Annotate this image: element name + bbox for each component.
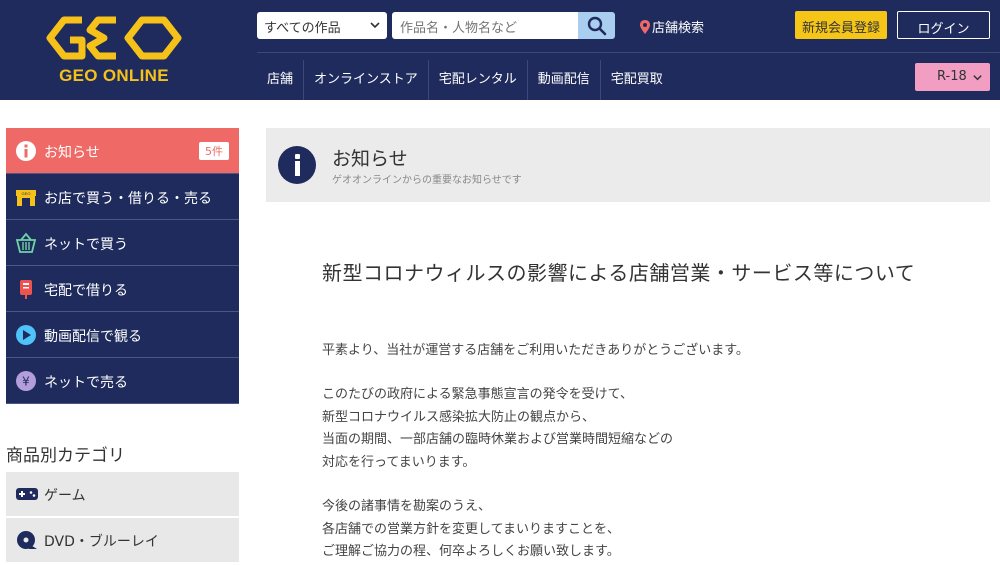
svg-text:GEO: GEO bbox=[22, 191, 31, 196]
news-count-badge: 5件 bbox=[199, 142, 229, 160]
info-icon bbox=[278, 146, 316, 184]
article-title: 新型コロナウィルスの影響による店舗営業・サービス等について bbox=[322, 261, 916, 285]
article-line: 新型コロナウイルス感染拡大防止の観点から、 bbox=[322, 409, 596, 425]
sidebar-item-delivery-rental[interactable]: 宅配で借りる bbox=[6, 266, 239, 312]
sidebar-item-store-services[interactable]: GEO お店で買う・借りる・売る bbox=[6, 174, 239, 220]
news-section-header: お知らせ ゲオオンラインからの重要なお知らせです bbox=[266, 128, 990, 202]
sidebar-item-label: ネットで売る bbox=[44, 375, 128, 391]
play-icon bbox=[16, 325, 36, 345]
search-input[interactable] bbox=[392, 12, 578, 39]
nav-online-store[interactable]: オンラインストア bbox=[304, 60, 429, 100]
page-title: お知らせ bbox=[332, 148, 408, 170]
category-item-game[interactable]: ゲーム bbox=[6, 472, 239, 516]
nav-delivery-buyback[interactable]: 宅配買取 bbox=[601, 60, 673, 100]
sidebar-menu: お知らせ 5件 GEO お店で買う・借りる・売る ネットで買う 宅配で借りる 動… bbox=[6, 128, 239, 404]
info-icon bbox=[16, 141, 36, 161]
r18-label: R-18 bbox=[937, 69, 967, 84]
disc-icon bbox=[17, 531, 37, 549]
yen-icon: ¥ bbox=[16, 371, 36, 391]
sidebar-item-news[interactable]: お知らせ 5件 bbox=[6, 128, 239, 174]
article-paragraph: 今後の諸事情を勘案のうえ、 各店舗での営業方針を変更してまいりますことを、 ご理… bbox=[322, 496, 620, 564]
article-line: 当面の期間、一部店舗の臨時休業および営業時間短縮などの bbox=[322, 432, 674, 447]
register-button[interactable]: 新規会員登録 bbox=[795, 11, 887, 39]
article-line: 各店舗での営業方針を変更してまいりますことを、 bbox=[322, 521, 620, 537]
category-item-label: DVD・ブルーレイ bbox=[44, 534, 159, 550]
svg-text:¥: ¥ bbox=[22, 375, 30, 389]
sidebar-item-online-sell[interactable]: ¥ ネットで売る bbox=[6, 358, 239, 404]
basket-icon bbox=[15, 232, 37, 253]
article-paragraph: 平素より、当社が運営する店舗をご利用いただきありがとうございます。 bbox=[322, 340, 749, 363]
site-header: GEO ONLINE すべての作品 店舗検索 新規会員登録 ログイン 店舗 オン… bbox=[0, 0, 1000, 100]
logo-text: GEO ONLINE bbox=[59, 66, 169, 85]
category-select-value: すべての作品 bbox=[264, 21, 341, 36]
store-search-link[interactable]: 店舗検索 bbox=[640, 17, 704, 36]
article-line: 今後の諸事情を勘案のうえ、 bbox=[322, 499, 492, 514]
global-nav: 店舗 オンラインストア 宅配レンタル 動画配信 宅配買取 bbox=[257, 60, 673, 100]
store-icon: GEO bbox=[16, 190, 36, 206]
article-paragraph: このたびの政府による緊急事態宣言の発令を受けて、 新型コロナウイルス感染拡大防止… bbox=[322, 384, 673, 474]
chevron-down-icon bbox=[973, 75, 982, 81]
login-button[interactable]: ログイン bbox=[897, 11, 990, 39]
category-item-dvd[interactable]: DVD・ブルーレイ bbox=[6, 518, 239, 562]
article-line: 対応を行ってまいります。 bbox=[322, 454, 476, 470]
r18-dropdown[interactable]: R-18 bbox=[915, 63, 990, 91]
nav-video-streaming[interactable]: 動画配信 bbox=[528, 60, 601, 100]
sidebar-item-video[interactable]: 動画配信で観る bbox=[6, 312, 239, 358]
header-divider bbox=[257, 52, 1000, 53]
sidebar-item-label: 動画配信で観る bbox=[44, 329, 142, 345]
sidebar-item-label: お知らせ bbox=[44, 145, 100, 161]
map-pin-icon bbox=[640, 20, 650, 34]
category-select[interactable]: すべての作品 bbox=[257, 12, 387, 39]
article-line: ご理解ご協力の程、何卒よろしくお願い致します。 bbox=[322, 544, 620, 559]
sidebar-item-label: ネットで買う bbox=[44, 237, 128, 253]
article-line: このたびの政府による緊急事態宣言の発令を受けて、 bbox=[322, 387, 633, 402]
sidebar-item-label: お店で買う・借りる・売る bbox=[44, 191, 212, 207]
search-button[interactable] bbox=[578, 12, 615, 39]
nav-delivery-rental[interactable]: 宅配レンタル bbox=[429, 60, 528, 100]
geo-logo-mark bbox=[46, 16, 182, 60]
chevron-down-icon bbox=[370, 22, 380, 29]
geo-logo[interactable]: GEO ONLINE bbox=[44, 10, 184, 90]
sidebar-item-online-buy[interactable]: ネットで買う bbox=[6, 220, 239, 266]
category-heading: 商品別カテゴリ bbox=[6, 446, 125, 466]
search-icon bbox=[587, 16, 607, 36]
article-line: 平素より、当社が運営する店舗をご利用いただきありがとうございます。 bbox=[322, 343, 749, 358]
page-subtitle: ゲオオンラインからの重要なお知らせです bbox=[332, 175, 522, 186]
gamepad-icon bbox=[16, 488, 38, 500]
mailbox-icon bbox=[20, 280, 32, 299]
sidebar-item-label: 宅配で借りる bbox=[44, 283, 128, 299]
category-item-label: ゲーム bbox=[44, 488, 86, 504]
store-search-label: 店舗検索 bbox=[652, 21, 705, 36]
nav-store[interactable]: 店舗 bbox=[257, 60, 305, 100]
